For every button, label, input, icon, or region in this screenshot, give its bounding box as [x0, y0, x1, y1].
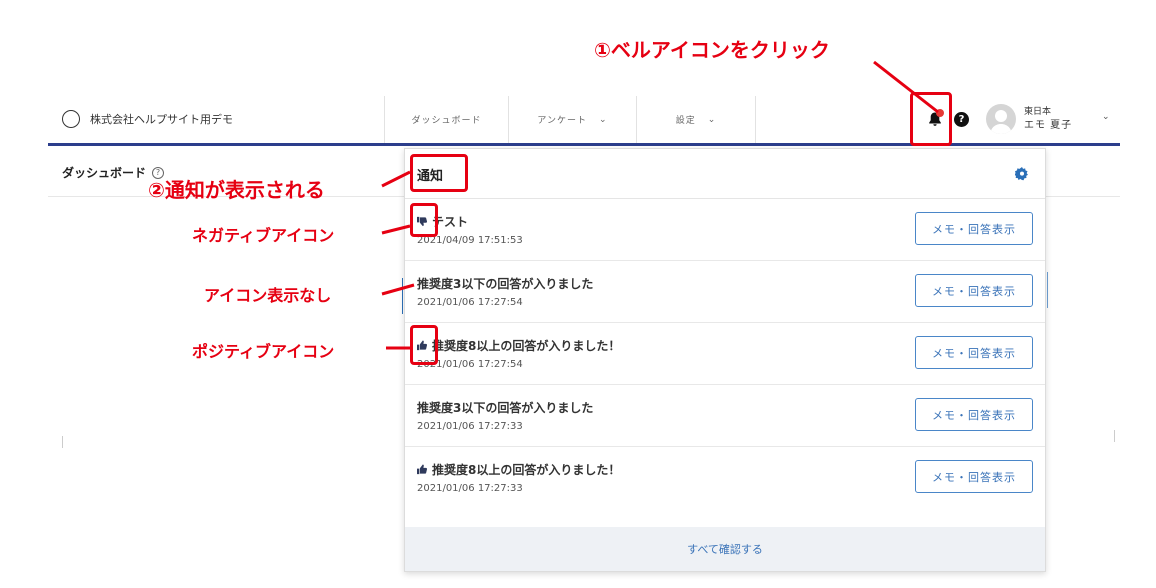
notification-title-text: 推奨度8以上の回答が入りました！ [432, 339, 621, 353]
memo-answer-button[interactable]: メモ・回答表示 [915, 274, 1033, 307]
divider [1114, 430, 1115, 442]
notification-title-text: 推奨度8以上の回答が入りました！ [432, 463, 621, 477]
user-info[interactable]: 東日本 エモ 夏子 [1024, 106, 1072, 132]
company-logo-icon [62, 110, 80, 128]
notification-panel: 通知 テスト 2021/04/09 17:51:53 メモ・回答表示 推奨度3以… [404, 148, 1046, 572]
chevron-down-icon: ⌄ [707, 114, 717, 125]
list-item[interactable]: 推奨度8以上の回答が入りました！ 2021/01/06 17:27:54 メモ・… [405, 323, 1045, 385]
highlight-box [410, 203, 438, 237]
notification-title: 推奨度3以下の回答が入りました [417, 399, 593, 416]
memo-answer-button[interactable]: メモ・回答表示 [915, 398, 1033, 431]
chevron-down-icon[interactable]: ⌄ [1102, 112, 1110, 122]
notification-title: 推奨度8以上の回答が入りました！ [417, 337, 620, 354]
notification-date: 2021/01/06 17:27:54 [417, 297, 523, 308]
nav-settings[interactable]: 設定 ⌄ [636, 96, 756, 143]
list-item[interactable]: 推奨度3以下の回答が入りました 2021/01/06 17:27:33 メモ・回… [405, 385, 1045, 447]
annotation-none: アイコン表示なし [204, 286, 332, 305]
page: ①ベルアイコンをクリック 株式会社ヘルプサイト用デモ ダッシュボード アンケート… [0, 0, 1156, 588]
notification-date: 2021/01/06 17:27:33 [417, 421, 523, 432]
annotation-step1: ①ベルアイコンをクリック [594, 38, 830, 62]
panel-header: 通知 [405, 149, 1045, 199]
memo-answer-button[interactable]: メモ・回答表示 [915, 460, 1033, 493]
thumbs-up-icon [417, 464, 428, 475]
chevron-down-icon: ⌄ [599, 114, 608, 125]
annotation-negative: ネガティブアイコン [192, 226, 335, 245]
divider [62, 436, 63, 448]
list-item[interactable]: 推奨度8以上の回答が入りました！ 2021/01/06 17:27:33 メモ・… [405, 447, 1045, 509]
notification-title: 推奨度8以上の回答が入りました！ [417, 461, 620, 478]
notification-title-text: 推奨度3以下の回答が入りました [417, 401, 594, 415]
list-item[interactable]: 推奨度3以下の回答が入りました 2021/01/06 17:27:54 メモ・回… [405, 261, 1045, 323]
user-org: 東日本 [1024, 107, 1052, 117]
nav-dashboard-label: ダッシュボード [411, 116, 482, 126]
nav-dashboard[interactable]: ダッシュボード [384, 96, 508, 143]
top-navbar: 株式会社ヘルプサイト用デモ ダッシュボード アンケート ⌄ 設定 ⌄ ? 東日本… [48, 96, 1120, 146]
user-name: エモ 夏子 [1024, 120, 1073, 131]
highlight-box [910, 92, 952, 146]
highlight-box [410, 154, 468, 192]
avatar[interactable] [986, 104, 1016, 134]
memo-answer-button[interactable]: メモ・回答表示 [915, 212, 1033, 245]
notification-title: 推奨度3以下の回答が入りました [417, 275, 593, 292]
nav-survey[interactable]: アンケート ⌄ [508, 96, 636, 143]
nav-settings-label: 設定 [675, 116, 696, 126]
company-name: 株式会社ヘルプサイト用デモ [90, 113, 233, 126]
gear-icon[interactable] [1014, 166, 1029, 181]
list-item[interactable]: テスト 2021/04/09 17:51:53 メモ・回答表示 [405, 199, 1045, 261]
company-brand[interactable]: 株式会社ヘルプサイト用デモ [62, 110, 233, 128]
annotation-positive: ポジティブアイコン [192, 342, 335, 361]
card-edge [402, 278, 403, 314]
notification-title-text: 推奨度3以下の回答が入りました [417, 277, 594, 291]
page-title-text: ダッシュボード [62, 166, 147, 180]
notification-date: 2021/01/06 17:27:33 [417, 483, 523, 494]
highlight-box [410, 325, 438, 365]
memo-answer-button[interactable]: メモ・回答表示 [915, 336, 1033, 369]
confirm-all-button[interactable]: すべて確認する [405, 527, 1045, 571]
nav-survey-label: アンケート [537, 116, 588, 126]
annotation-step2: ②通知が表示される [148, 178, 325, 202]
card-edge [1047, 272, 1048, 308]
help-icon[interactable]: ? [954, 112, 969, 127]
